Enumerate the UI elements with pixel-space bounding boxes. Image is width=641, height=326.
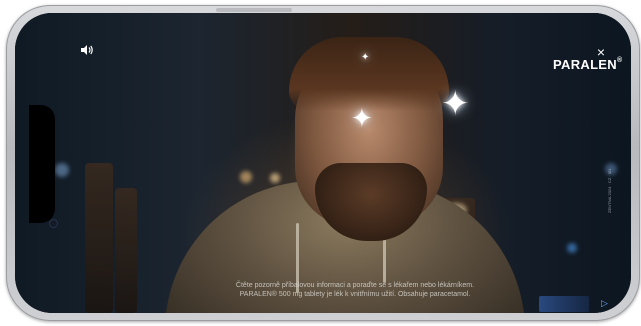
medical-disclaimer: Čtěte pozorně příbalovou informaci a por… xyxy=(185,281,525,299)
phone-frame: ✦ ✦ ✦ × PARALEN® Čtěte pozorně příbalovo… xyxy=(6,5,640,321)
brand-name: PARALEN xyxy=(553,57,617,72)
background-bookshelf xyxy=(115,188,137,313)
dynamic-island xyxy=(29,105,55,223)
video-ad[interactable]: ✦ ✦ ✦ × PARALEN® Čtěte pozorně příbalovo… xyxy=(15,13,631,313)
disclaimer-line-2: PARALEN® 500 mg tablety je lék k vnitřní… xyxy=(239,291,471,298)
bokeh-light xyxy=(55,163,69,177)
bokeh-light xyxy=(240,171,252,183)
bokeh-light xyxy=(567,243,577,253)
brand-logo: PARALEN® xyxy=(553,57,631,72)
sparkle-icon: ✦ xyxy=(441,85,470,123)
vertical-legal-note: ZENTIVA 2024 · CZ · 0/1 xyxy=(607,168,612,213)
video-progress-bar[interactable] xyxy=(539,296,589,312)
sound-button[interactable] xyxy=(79,43,95,57)
play-icon: ▷ xyxy=(601,298,608,308)
phone-screen: ✦ ✦ ✦ × PARALEN® Čtěte pozorně příbalovo… xyxy=(15,13,631,313)
disclaimer-line-1: Čtěte pozorně příbalovou informaci a por… xyxy=(235,282,475,289)
volume-button xyxy=(216,8,292,12)
brand-registered-mark: ® xyxy=(616,57,623,64)
sparkle-icon: ✦ xyxy=(361,52,370,63)
speaker-icon xyxy=(81,45,93,55)
front-camera xyxy=(49,219,58,228)
background-bookshelf xyxy=(85,163,113,313)
person-hair xyxy=(289,37,449,111)
bokeh-light xyxy=(270,173,280,183)
play-button[interactable]: ▷ xyxy=(601,298,611,308)
sparkle-icon: ✦ xyxy=(351,103,373,133)
